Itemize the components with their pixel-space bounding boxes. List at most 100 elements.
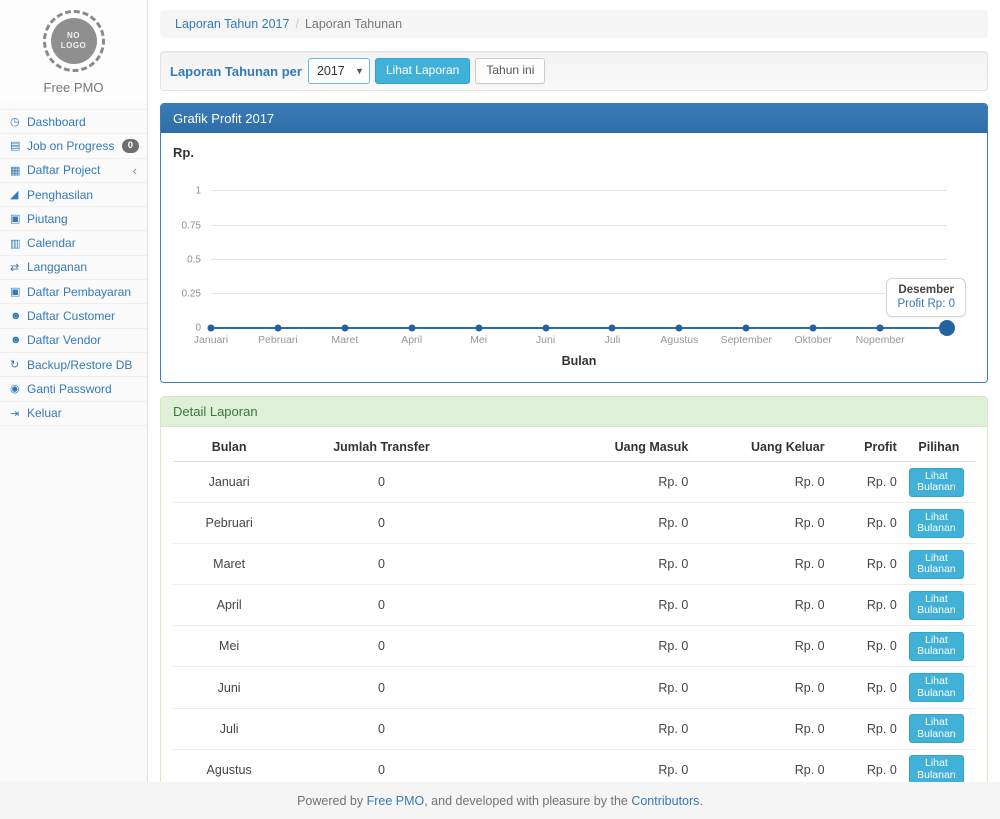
sidebar-item-dashboard[interactable]: ◷Dashboard <box>0 110 147 134</box>
detail-report-panel-title: Detail Laporan <box>161 397 987 427</box>
y-tick-label: 0 <box>195 323 201 334</box>
data-point-juli[interactable] <box>609 325 616 332</box>
sidebar: NO LOGO Free PMO ◷Dashboard▤Job on Progr… <box>0 0 148 782</box>
footer-text-prefix: Powered by <box>297 794 366 808</box>
data-point-april[interactable] <box>408 325 415 332</box>
view-monthly-button[interactable]: Lihat Bulanan <box>909 714 964 743</box>
view-monthly-button[interactable]: Lihat Bulanan <box>909 591 964 620</box>
sidebar-item-label: Langganan <box>27 260 139 274</box>
table-cell: Rp. 0 <box>694 503 830 544</box>
data-point-juni[interactable] <box>542 325 549 332</box>
this-year-button[interactable]: Tahun ini <box>475 58 545 83</box>
footer-link-contributors[interactable]: Contributors. <box>631 794 703 808</box>
report-table: BulanJumlah TransferUang MasukUang Kelua… <box>173 433 975 819</box>
sidebar-item-daftar-customer[interactable]: ☻Daftar Customer <box>0 304 147 328</box>
data-point-pebruari[interactable] <box>274 325 281 332</box>
sidebar-item-calendar[interactable]: ▥Calendar <box>0 231 147 255</box>
profit-line-chart: 00.250.50.751 Desember Profit Rp: 0 Janu… <box>171 164 977 328</box>
chart-grid: Desember Profit Rp: 0 JanuariPebruariMar… <box>211 164 947 328</box>
table-header-row: BulanJumlah TransferUang MasukUang Kelua… <box>173 433 975 462</box>
data-point-maret[interactable] <box>341 325 348 332</box>
table-cell: 0 <box>285 544 477 585</box>
view-monthly-button[interactable]: Lihat Bulanan <box>909 673 964 702</box>
table-cell: Rp. 0 <box>694 585 830 626</box>
app-layout: NO LOGO Free PMO ◷Dashboard▤Job on Progr… <box>0 0 1000 782</box>
table-body: Januari0Rp. 0Rp. 0Rp. 0Lihat BulananPebr… <box>173 462 975 819</box>
x-tick-label: Agustus <box>660 334 698 346</box>
sidebar-item-ganti-password[interactable]: ◉Ganti Password <box>0 377 147 401</box>
table-cell: Pebruari <box>173 503 285 544</box>
data-point-oktober[interactable] <box>810 325 817 332</box>
footer-link-free-pmo[interactable]: Free PMO <box>367 794 425 808</box>
year-select[interactable]: 2017 <box>308 58 370 84</box>
detail-report-panel: Detail Laporan BulanJumlah TransferUang … <box>160 396 988 819</box>
sidebar-item-piutang[interactable]: ▣Piutang <box>0 207 147 231</box>
data-point-nopember[interactable] <box>877 325 884 332</box>
table-cell: Rp. 0 <box>831 462 903 503</box>
sidebar-item-label: Dashboard <box>27 115 139 129</box>
sidebar-item-label: Backup/Restore DB <box>27 358 139 372</box>
logo-block: NO LOGO Free PMO <box>0 0 147 103</box>
sidebar-item-backup-restore-db[interactable]: ↻Backup/Restore DB <box>0 353 147 377</box>
table-cell: Mei <box>173 626 285 667</box>
retweet-icon: ⇄ <box>10 261 27 274</box>
profit-series-line <box>211 327 947 329</box>
view-report-button[interactable]: Lihat Laporan <box>375 58 470 83</box>
column-header: Bulan <box>173 433 285 462</box>
table-cell: Rp. 0 <box>831 544 903 585</box>
tasks-icon: ▤ <box>10 139 27 152</box>
sidebar-item-daftar-pembayaran[interactable]: ▣Daftar Pembayaran <box>0 280 147 304</box>
table-row: Januari0Rp. 0Rp. 0Rp. 0Lihat Bulanan <box>173 462 975 503</box>
column-header: Uang Keluar <box>694 433 830 462</box>
sidebar-item-label: Daftar Pembayaran <box>27 285 139 299</box>
table-cell: Rp. 0 <box>478 544 695 585</box>
table-cell: Rp. 0 <box>831 708 903 749</box>
x-tick-label: Juni <box>536 334 555 346</box>
breadcrumb-link-laporan-tahun[interactable]: Laporan Tahun 2017 <box>175 17 289 31</box>
data-point-januari[interactable] <box>208 325 215 332</box>
x-tick-label: Pebruari <box>258 334 298 346</box>
sidebar-menu: ◷Dashboard▤Job on Progress0▦Daftar Proje… <box>0 109 147 426</box>
sidebar-item-daftar-project[interactable]: ▦Daftar Project‹ <box>0 159 147 183</box>
no-logo-icon: NO LOGO <box>43 10 105 72</box>
view-monthly-button[interactable]: Lihat Bulanan <box>909 632 964 661</box>
table-cell: 0 <box>285 585 477 626</box>
sidebar-item-label: Ganti Password <box>27 382 139 396</box>
data-point-september[interactable] <box>743 325 750 332</box>
x-tick-label: Juli <box>605 334 621 346</box>
lock-icon: ◉ <box>10 382 27 395</box>
data-point-desember[interactable] <box>939 320 955 336</box>
gridline <box>211 259 947 260</box>
sidebar-item-daftar-vendor[interactable]: ☻Daftar Vendor <box>0 329 147 353</box>
footer: Powered by Free PMO, and developed with … <box>0 782 1000 819</box>
sidebar-item-job-on-progress[interactable]: ▤Job on Progress0 <box>0 134 147 158</box>
x-tick-label: September <box>721 334 772 346</box>
users-icon: ☻ <box>10 334 27 346</box>
table-cell: April <box>173 585 285 626</box>
data-point-mei[interactable] <box>475 325 482 332</box>
logo-text-line2: LOGO <box>61 41 87 51</box>
data-point-agustus[interactable] <box>676 325 683 332</box>
report-filter-toolbar: Laporan Tahunan per 2017 ▼ Lihat Laporan… <box>160 51 988 91</box>
table-cell: Rp. 0 <box>478 503 695 544</box>
table-cell: Januari <box>173 462 285 503</box>
table-cell: Rp. 0 <box>831 503 903 544</box>
column-header: Uang Masuk <box>478 433 695 462</box>
view-monthly-button[interactable]: Lihat Bulanan <box>909 509 964 538</box>
table-cell: Rp. 0 <box>694 544 830 585</box>
tooltip-title: Desember <box>897 284 955 296</box>
view-monthly-button[interactable]: Lihat Bulanan <box>909 550 964 579</box>
sidebar-item-penghasilan[interactable]: ◢Penghasilan <box>0 183 147 207</box>
chart-tooltip: Desember Profit Rp: 0 <box>886 278 966 317</box>
sidebar-item-label: Piutang <box>27 212 139 226</box>
view-monthly-button[interactable]: Lihat Bulanan <box>909 468 964 497</box>
gridline <box>211 225 947 226</box>
view-monthly-button[interactable]: Lihat Bulanan <box>909 755 964 784</box>
column-header: Pilihan <box>903 433 975 462</box>
table-cell: Rp. 0 <box>478 626 695 667</box>
sidebar-item-langganan[interactable]: ⇄Langganan <box>0 256 147 280</box>
x-tick-label: Oktober <box>794 334 831 346</box>
sidebar-item-keluar[interactable]: ⇥Keluar <box>0 402 147 426</box>
table-cell: Rp. 0 <box>831 585 903 626</box>
table-row: Maret0Rp. 0Rp. 0Rp. 0Lihat Bulanan <box>173 544 975 585</box>
